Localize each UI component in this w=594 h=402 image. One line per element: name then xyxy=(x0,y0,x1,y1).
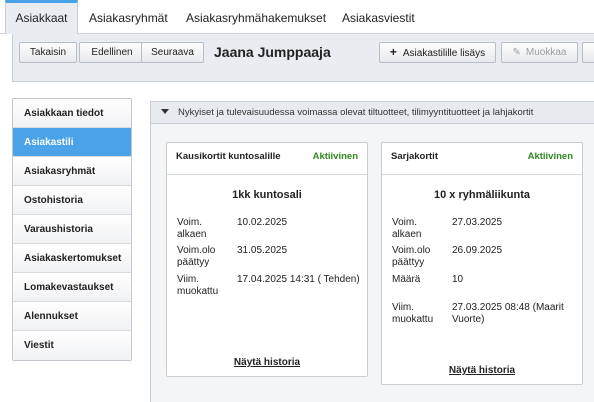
previous-button[interactable]: Edellinen xyxy=(79,42,145,63)
sidebar-item-ostohistoria[interactable]: Ostohistoria xyxy=(13,186,131,215)
more-button[interactable] xyxy=(582,42,594,63)
card-product-type: Kausikortit kuntosalille xyxy=(176,151,281,162)
product-card: Kausikortit kuntosalille Aktiivinen 1kk … xyxy=(166,142,368,377)
panel-header-label: Nykyiset ja tulevaisuudessa voimassa ole… xyxy=(178,107,534,118)
edit-button[interactable]: ✎ Muokkaa xyxy=(501,42,578,63)
detail-value: 26.09.2025 xyxy=(452,245,503,256)
collapse-triangle-icon[interactable] xyxy=(161,109,169,114)
status-badge: Aktiivinen xyxy=(312,151,358,162)
card-product-type: Sarjakortit xyxy=(391,151,438,162)
detail-value: 17.04.2025 14:31 ( Tehden) xyxy=(237,274,360,285)
tab-asiakkaat[interactable]: Asiakkaat xyxy=(5,0,78,34)
edit-label: Muokkaa xyxy=(525,47,567,58)
show-history-link[interactable]: Näytä historia xyxy=(167,357,367,368)
back-button[interactable]: Takaisin xyxy=(19,42,77,63)
sidebar-item-asiakaskertomukset[interactable]: Asiakaskertomukset xyxy=(13,244,131,273)
detail-label: Määrä xyxy=(392,274,421,285)
detail-value: 27.03.2025 xyxy=(452,217,503,228)
plus-icon: + xyxy=(389,45,397,59)
tab-asiakasviestit[interactable]: Asiakasviestit xyxy=(332,0,425,34)
detail-label: Voim.olo päättyy xyxy=(177,245,216,268)
detail-label: Voim.olo päättyy xyxy=(392,245,431,268)
detail-label: Voim. alkaen xyxy=(392,217,422,240)
customer-name-title: Jaana Jumppaaja xyxy=(214,44,331,60)
detail-value: 10 xyxy=(452,274,464,285)
account-products-panel: Nykyiset ja tulevaisuudessa voimassa ole… xyxy=(150,101,594,402)
sidebar-item-varaushistoria[interactable]: Varaushistoria xyxy=(13,215,131,244)
toolbar: Takaisin Edellinen Seuraava Jaana Jumppa… xyxy=(12,34,594,82)
next-button[interactable]: Seuraava xyxy=(141,42,204,63)
card-header: Sarjakortit Aktiivinen xyxy=(382,143,582,175)
detail-value: 27.03.2025 08:48 (Maarit Vuorte) xyxy=(452,302,564,325)
tab-asiakasryhmahakemukset[interactable]: Asiakasryhmähakemukset xyxy=(176,0,336,34)
sidebar-item-alennukset[interactable]: Alennukset xyxy=(13,302,131,331)
panel-header[interactable]: Nykyiset ja tulevaisuudessa voimassa ole… xyxy=(151,102,594,124)
pencil-icon: ✎ xyxy=(512,47,521,58)
detail-value: 31.05.2025 xyxy=(237,245,288,256)
status-badge: Aktiivinen xyxy=(527,151,573,162)
sidebar-item-lomakevastaukset[interactable]: Lomakevastaukset xyxy=(13,273,131,302)
sidebar-item-asiakastili[interactable]: Asiakastili xyxy=(13,128,131,157)
add-to-account-label: Asiakastilille lisäys xyxy=(402,48,486,59)
add-to-account-button[interactable]: + Asiakastilille lisäys xyxy=(379,42,496,63)
detail-label: Viim. muokattu xyxy=(392,302,434,325)
detail-value: 10.02.2025 xyxy=(237,217,288,228)
sidebar-item-viestit[interactable]: Viestit xyxy=(13,331,131,360)
tab-asiakasryhmat[interactable]: Asiakasryhmät xyxy=(79,0,178,34)
product-card: Sarjakortit Aktiivinen 10 x ryhmäliikunt… xyxy=(381,142,583,385)
detail-label: Voim. alkaen xyxy=(177,217,207,240)
main-tab-bar: Asiakkaat Asiakasryhmät Asiakasryhmähake… xyxy=(0,0,594,34)
customer-sidebar: Asiakkaan tiedot Asiakastili Asiakasryhm… xyxy=(12,98,132,361)
sidebar-item-asiakasryhmat[interactable]: Asiakasryhmät xyxy=(13,157,131,186)
detail-label: Viim. muokattu xyxy=(177,274,219,297)
card-product-name: 10 x ryhmäliikunta xyxy=(434,189,530,201)
card-header: Kausikortit kuntosalille Aktiivinen xyxy=(167,143,367,175)
show-history-link[interactable]: Näytä historia xyxy=(382,365,582,376)
card-product-name: 1kk kuntosali xyxy=(232,189,302,201)
sidebar-item-asiakkaan-tiedot[interactable]: Asiakkaan tiedot xyxy=(13,99,131,128)
